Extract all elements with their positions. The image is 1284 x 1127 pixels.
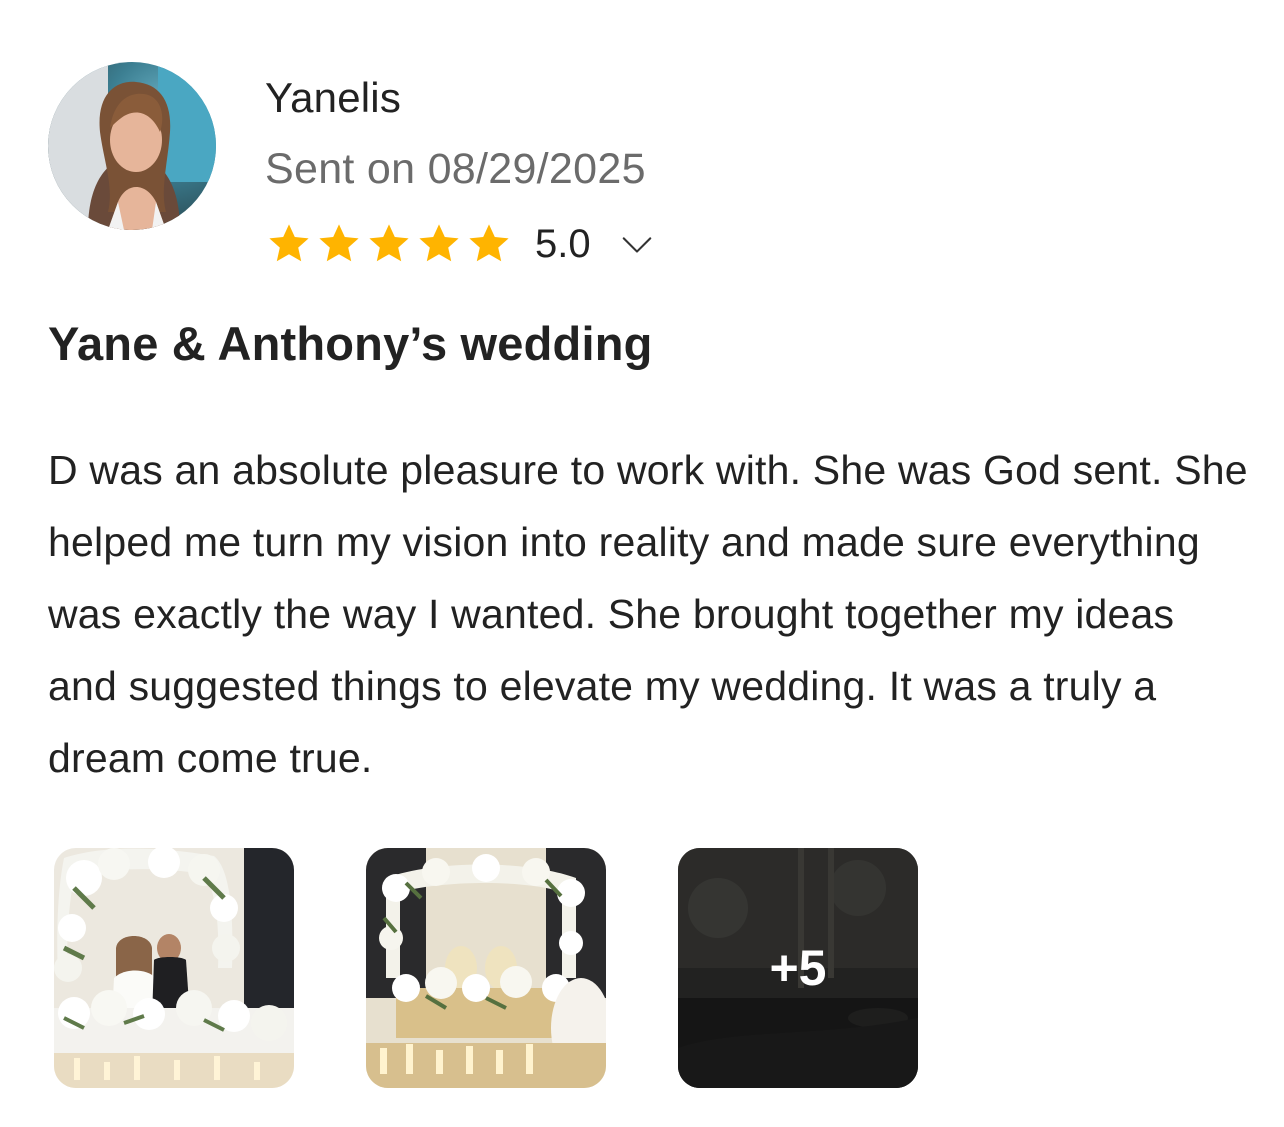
star-icon (319, 224, 359, 262)
wedding-couple-photo (54, 848, 294, 1088)
star-icon (369, 224, 409, 262)
avatar-photo (48, 62, 216, 230)
reviewer-avatar[interactable] (48, 62, 216, 230)
review-photo[interactable] (366, 848, 606, 1088)
chevron-down-icon (622, 237, 651, 253)
star-icon (419, 224, 459, 262)
rating-row: 5.0 (265, 218, 655, 270)
rating-details-toggle[interactable] (619, 226, 655, 262)
review-card: Yanelis Sent on 08/29/2025 5.0 Yane & An… (0, 0, 1284, 1127)
more-photos-tile[interactable]: +5 (678, 848, 918, 1088)
star-icon (269, 224, 309, 262)
star-icon (469, 224, 509, 262)
more-photos-count: +5 (769, 940, 827, 996)
review-title: Yane & Anthony’s wedding (48, 317, 653, 370)
review-photo[interactable] (54, 848, 294, 1088)
review-body: D was an absolute pleasure to work with.… (48, 447, 1248, 781)
more-photos-overlay: +5 (678, 848, 918, 1088)
reviewer-name: Yanelis (265, 74, 402, 121)
wedding-sweetheart-table-photo (366, 848, 606, 1088)
review-sent-date: Sent on 08/29/2025 (265, 145, 646, 193)
rating-value: 5.0 (535, 221, 591, 266)
review-photos: +5 (54, 848, 918, 1088)
star-rating (265, 220, 513, 268)
